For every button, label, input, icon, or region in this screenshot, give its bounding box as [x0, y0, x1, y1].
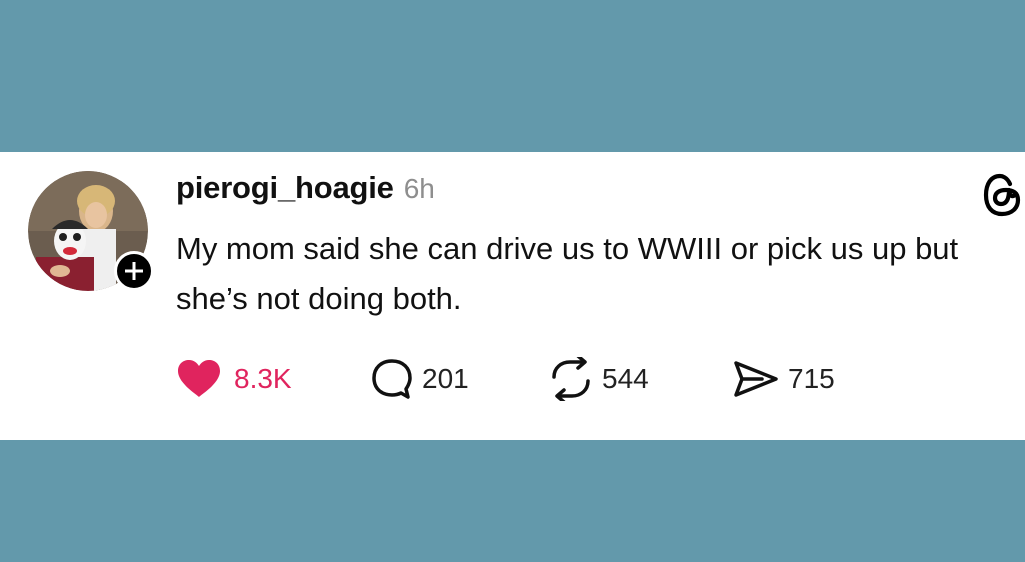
like-count: 8.3K [234, 363, 292, 394]
reply-count: 201 [422, 363, 469, 394]
heart-icon [178, 360, 220, 397]
post-header: pierogi_hoagie 6h [176, 170, 435, 206]
avatar-container[interactable] [28, 171, 154, 291]
paper-plane-icon [734, 361, 778, 397]
repost-count: 544 [602, 363, 649, 394]
post-body: My mom said she can drive us to WWIII or… [176, 231, 959, 316]
follow-button[interactable] [114, 251, 154, 291]
username-link[interactable]: pierogi_hoagie [176, 170, 394, 206]
repost-button[interactable]: 544 [548, 357, 649, 401]
repost-icon [552, 357, 590, 401]
plus-icon [125, 262, 143, 280]
threads-logo-icon [983, 173, 1021, 217]
reply-button[interactable]: 201 [370, 357, 469, 401]
speech-bubble-icon [372, 359, 412, 399]
share-button[interactable]: 715 [732, 357, 835, 401]
post-timestamp: 6h [403, 173, 435, 204]
share-count: 715 [788, 363, 835, 394]
like-button[interactable]: 8.3K [176, 357, 292, 401]
post-card: pierogi_hoagie 6h My mom said she can dr… [0, 152, 1025, 440]
